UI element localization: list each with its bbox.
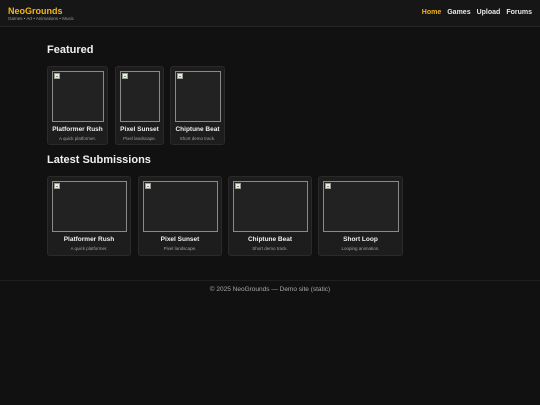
card-thumbnail: [233, 181, 308, 232]
featured-card[interactable]: Chiptune Beat Short demo track.: [170, 66, 225, 145]
card-title: Chiptune Beat: [175, 126, 220, 133]
submission-card[interactable]: Pixel Sunset Pixel landscape.: [138, 176, 222, 256]
card-description: Short demo track.: [252, 246, 288, 251]
card-description: Short demo track.: [179, 136, 216, 141]
site-header: NeoGrounds Games • Art • Animations • Mu…: [0, 0, 540, 27]
card-description: A quick platformer.: [58, 136, 97, 141]
card-thumbnail: [120, 71, 160, 122]
site-logo[interactable]: NeoGrounds: [8, 6, 63, 16]
card-thumbnail: [323, 181, 399, 232]
featured-heading: Featured: [47, 44, 94, 56]
card-title: Platformer Rush: [63, 236, 115, 243]
site-tagline: Games • Art • Animations • Music: [8, 16, 74, 21]
card-thumbnail: [143, 181, 218, 232]
card-title: Chiptune Beat: [247, 236, 293, 243]
broken-image-icon: [325, 183, 331, 189]
card-title: Pixel Sunset: [120, 126, 159, 133]
nav-upload[interactable]: Upload: [477, 9, 501, 16]
broken-image-icon: [54, 183, 60, 189]
site-footer: © 2025 NeoGrounds — Demo site (static): [209, 286, 331, 293]
card-thumbnail: [175, 71, 221, 122]
broken-image-icon: [122, 73, 128, 79]
submission-card[interactable]: Platformer Rush A quick platformer.: [47, 176, 131, 256]
broken-image-icon: [235, 183, 241, 189]
nav-games[interactable]: Games: [447, 9, 470, 16]
submission-card[interactable]: Chiptune Beat Short demo track.: [228, 176, 312, 256]
latest-heading: Latest Submissions: [47, 154, 151, 166]
nav-forums[interactable]: Forums: [506, 9, 532, 16]
card-thumbnail: [52, 71, 104, 122]
broken-image-icon: [145, 183, 151, 189]
broken-image-icon: [177, 73, 183, 79]
card-title: Pixel Sunset: [160, 236, 200, 243]
submission-card[interactable]: Short Loop Looping animation.: [318, 176, 403, 256]
main-nav: Home Games Upload Forums: [422, 9, 532, 16]
card-title: Short Loop: [343, 236, 378, 243]
featured-card[interactable]: Platformer Rush A quick platformer.: [47, 66, 108, 145]
card-description: Pixel landscape.: [163, 246, 197, 251]
card-description: A quick platformer.: [70, 246, 108, 251]
card-description: Pixel landscape.: [123, 136, 156, 141]
footer-divider: [0, 280, 540, 281]
card-description: Looping animation.: [341, 246, 380, 251]
card-thumbnail: [52, 181, 127, 232]
nav-home[interactable]: Home: [422, 9, 441, 16]
featured-card[interactable]: Pixel Sunset Pixel landscape.: [115, 66, 164, 145]
card-title: Platformer Rush: [52, 126, 103, 133]
broken-image-icon: [54, 73, 60, 79]
